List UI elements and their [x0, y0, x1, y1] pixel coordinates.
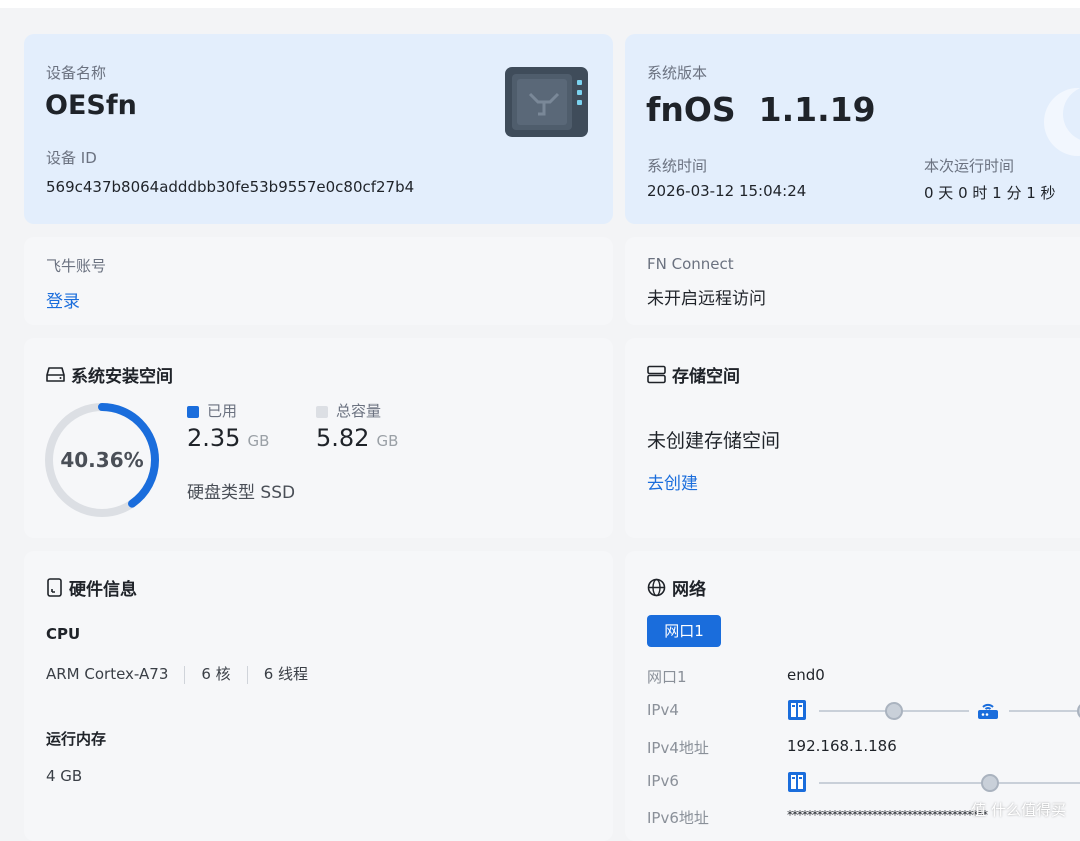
network-title-text: 网络 — [672, 580, 706, 600]
device-name: OESfn — [45, 90, 137, 121]
fn-connect-status: 未开启远程访问 — [647, 289, 766, 309]
cpu-cores: 6 核 — [201, 665, 231, 683]
create-storage-link[interactable]: 去创建 — [647, 469, 698, 494]
usage-percent: 40.36% — [60, 448, 144, 472]
total-value: 5.82 GB — [316, 424, 398, 452]
total-legend-label: 总容量 — [336, 402, 382, 420]
ipv6-topology — [787, 769, 1080, 797]
net-row-label: 网口1 — [647, 668, 687, 686]
total-legend-dot — [316, 405, 328, 418]
device-id-label: 设备 ID — [46, 149, 97, 167]
system-version: fnOS 1.1.19 — [646, 90, 876, 129]
uptime: 0 天 0 时 1 分 1 秒 — [924, 184, 1056, 202]
system-version-card: 系统版本 fnOS 1.1.19 系统时间 2026-03-12 15:04:2… — [625, 34, 1080, 224]
used-legend-dot — [187, 405, 199, 418]
nas-node-icon — [787, 699, 807, 725]
cpu-model: ARM Cortex-A73 — [46, 665, 169, 683]
system-space-title-text: 系统安装空间 — [71, 367, 173, 387]
net-row-label: IPv4 — [647, 701, 679, 719]
used-legend: 已用 — [187, 400, 237, 421]
tab-port1[interactable]: 网口1 — [647, 615, 721, 647]
net-row-value: end0 — [787, 666, 825, 684]
used-legend-label: 已用 — [207, 402, 238, 420]
memory-value: 4 GB — [46, 767, 83, 785]
nas-node-icon — [787, 771, 807, 797]
watermark-text: 值 什么值得买 — [971, 801, 1066, 819]
account-card: 飞牛账号 登录 — [24, 237, 613, 325]
connection-line — [819, 782, 1080, 784]
system-version-label: 系统版本 — [647, 64, 708, 82]
system-time-label: 系统时间 — [647, 157, 708, 175]
hard-drive-icon — [46, 366, 65, 383]
divider — [246, 665, 248, 684]
device-name-label: 设备名称 — [46, 64, 107, 82]
device-icon — [46, 578, 63, 597]
storage-card: 存储空间 未创建存储空间 去创建 — [625, 338, 1080, 538]
memory-label: 运行内存 — [46, 730, 107, 748]
used-unit: GB — [247, 432, 270, 450]
hardware-title-text: 硬件信息 — [69, 580, 137, 600]
node-dot — [981, 774, 999, 792]
connection-line — [1009, 710, 1080, 712]
disk-type: 硬盘类型 SSD — [187, 483, 296, 503]
storage-title-text: 存储空间 — [672, 367, 740, 387]
net-row-label: IPv6 — [647, 772, 679, 790]
login-link[interactable]: 登录 — [46, 287, 80, 312]
fn-connect-label: FN Connect — [647, 255, 734, 273]
divider — [184, 665, 186, 684]
storage-icon — [647, 365, 666, 384]
net-row-value: 192.168.1.186 — [787, 737, 897, 755]
watermark: 值 什么值得买 — [971, 799, 1066, 820]
storage-title: 存储空间 — [647, 362, 740, 387]
net-row-label: IPv6地址 — [647, 809, 709, 827]
ipv4-topology — [787, 697, 1080, 725]
total-unit: GB — [376, 432, 399, 450]
system-space-card: 系统安装空间 40.36% 已用 2.35 GB 总容量 5.82 GB 硬盘类… — [24, 338, 613, 538]
globe-icon — [647, 578, 666, 597]
cpu-label: CPU — [46, 625, 81, 643]
device-id: 569c437b8064adddbb30fe53b9557e0c80cf27b4 — [46, 178, 415, 196]
used-value: 2.35 GB — [187, 424, 269, 452]
nas-device-icon — [504, 66, 589, 138]
cpu-threads: 6 线程 — [263, 665, 308, 683]
total-number: 5.82 — [316, 424, 370, 452]
moon-decoration-icon — [1033, 84, 1080, 164]
router-icon — [977, 699, 999, 725]
account-label: 飞牛账号 — [46, 257, 107, 275]
fn-connect-card: FN Connect 未开启远程访问 — [625, 237, 1080, 325]
hardware-title: 硬件信息 — [46, 575, 137, 600]
network-title: 网络 — [647, 575, 706, 600]
total-legend: 总容量 — [316, 400, 381, 421]
usage-donut: 40.36% — [44, 402, 160, 518]
node-dot — [885, 702, 903, 720]
top-bar — [0, 0, 1080, 8]
network-card: 网络 网口1 网口1 end0 IPv4 IPv4地址 192.168.1.18… — [625, 551, 1080, 841]
system-space-title: 系统安装空间 — [46, 362, 173, 387]
used-number: 2.35 — [187, 424, 241, 452]
cpu-info: ARM Cortex-A73 6 核 6 线程 — [46, 663, 308, 684]
net-row-label: IPv4地址 — [647, 739, 709, 757]
hardware-card: 硬件信息 CPU ARM Cortex-A73 6 核 6 线程 运行内存 4 GB — [24, 551, 613, 841]
uptime-label: 本次运行时间 — [924, 157, 1015, 175]
storage-status: 未创建存储空间 — [647, 430, 781, 452]
device-card: 设备名称 OESfn 设备 ID 569c437b8064adddbb30fe5… — [24, 34, 613, 224]
system-time: 2026-03-12 15:04:24 — [647, 182, 807, 200]
